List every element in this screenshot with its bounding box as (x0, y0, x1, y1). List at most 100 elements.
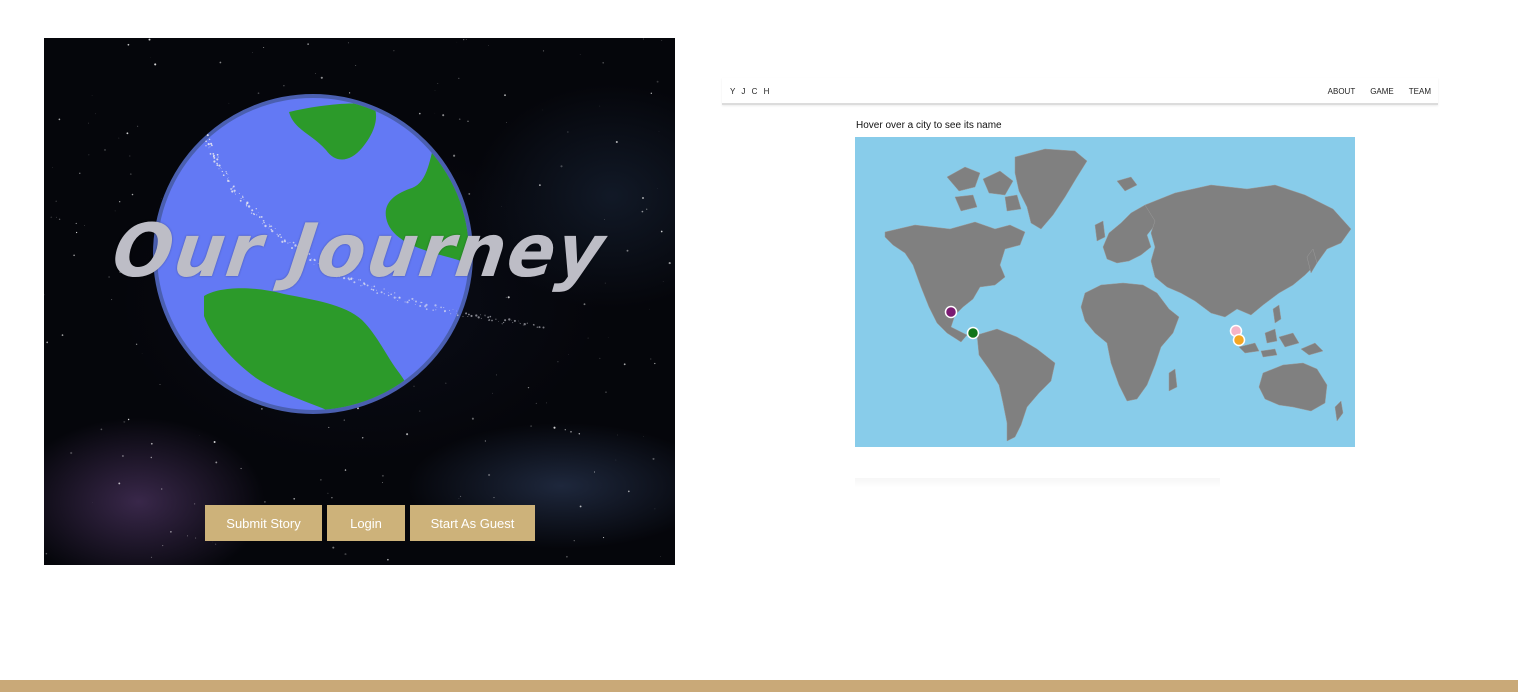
star (355, 64, 357, 66)
uk (1094, 220, 1106, 242)
star (642, 197, 644, 199)
new-zealand (1334, 400, 1344, 422)
star (264, 501, 266, 503)
star (605, 391, 607, 393)
trail-particle (205, 140, 207, 143)
star (111, 299, 113, 301)
trail-particle (233, 185, 235, 187)
star (91, 95, 93, 97)
star (127, 43, 130, 46)
star (118, 482, 121, 485)
star (413, 385, 415, 387)
trail-particle (393, 296, 396, 299)
australia (1258, 362, 1328, 412)
trail-particle (448, 309, 451, 311)
trail-particle (227, 179, 230, 183)
star (393, 50, 395, 52)
star (261, 408, 263, 410)
star (141, 353, 143, 354)
star (542, 109, 544, 111)
trail-particle (239, 199, 242, 202)
trail-particle (456, 313, 458, 314)
world-map[interactable] (855, 137, 1355, 447)
trail-particle (212, 153, 215, 155)
star (570, 430, 572, 433)
star (505, 296, 507, 298)
trail-particle (406, 301, 409, 304)
star (126, 132, 129, 135)
trail-particle (229, 180, 231, 182)
city-marker[interactable] (1232, 333, 1246, 347)
star (654, 362, 656, 365)
indonesia (1238, 328, 1324, 358)
iceland (1116, 176, 1138, 192)
trail-particle (240, 197, 242, 200)
star (328, 426, 330, 428)
star (118, 137, 120, 139)
africa (1080, 282, 1180, 402)
star (344, 553, 347, 556)
star (88, 154, 90, 156)
submit-story-button[interactable]: Submit Story (205, 505, 322, 541)
star (215, 461, 218, 464)
star (615, 459, 617, 461)
trail-particle (435, 309, 437, 311)
trail-particle (209, 153, 212, 155)
star (488, 45, 489, 47)
trail-particle (504, 319, 507, 322)
nav-game-link[interactable]: GAME (1370, 87, 1394, 96)
star (437, 82, 439, 85)
star (52, 166, 53, 168)
brand-logo[interactable]: Y J C H (730, 87, 771, 96)
star (460, 495, 462, 497)
login-button[interactable]: Login (327, 505, 405, 541)
star (627, 490, 630, 493)
trail-particle (477, 316, 480, 319)
trail-particle (467, 315, 469, 318)
trail-particle (245, 205, 248, 207)
star (463, 38, 465, 41)
trail-particle (226, 172, 228, 175)
trail-particle (242, 196, 244, 199)
trail-particle (511, 319, 513, 321)
star (161, 488, 163, 490)
star (658, 131, 660, 133)
trail-particle (498, 321, 499, 322)
star (215, 543, 217, 545)
trail-particle (436, 307, 438, 308)
star (657, 188, 658, 189)
star (578, 433, 581, 435)
trail-particle (420, 301, 422, 304)
start-as-guest-button[interactable]: Start As Guest (410, 505, 535, 541)
star (382, 482, 384, 484)
star (137, 125, 139, 127)
star (507, 296, 510, 299)
trail-particle (216, 162, 218, 165)
star (45, 552, 48, 555)
trail-particle (228, 177, 230, 179)
star (79, 172, 81, 174)
madagascar (1168, 368, 1178, 392)
trail-particle (440, 306, 442, 309)
trail-particle (488, 319, 491, 321)
nav-about-link[interactable]: ABOUT (1328, 87, 1356, 96)
star (583, 303, 586, 306)
nav-team-link[interactable]: TEAM (1409, 87, 1431, 96)
star (387, 558, 389, 561)
trail-particle (208, 147, 210, 149)
star (135, 343, 138, 345)
city-marker[interactable] (944, 305, 958, 319)
trail-particle (518, 320, 520, 322)
star (343, 419, 345, 421)
city-marker[interactable] (966, 326, 980, 340)
star (61, 334, 64, 336)
trail-particle (465, 312, 468, 315)
trail-particle (456, 314, 459, 317)
star (213, 441, 216, 443)
game-button-row: Submit Story Login Start As Guest (205, 505, 535, 541)
star (320, 76, 323, 79)
trail-particle (209, 146, 211, 148)
star (418, 410, 421, 412)
trail-particle (225, 171, 227, 173)
star (506, 122, 507, 123)
